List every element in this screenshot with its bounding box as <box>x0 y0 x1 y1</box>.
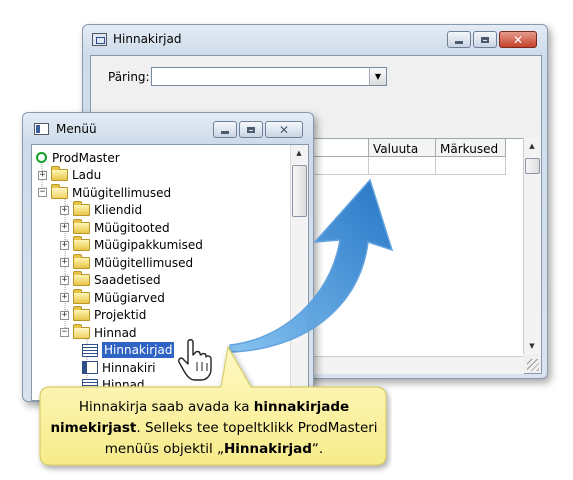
menu-close-button[interactable]: ✕ <box>265 121 303 138</box>
folder-icon <box>73 253 90 269</box>
menu-maximize-button[interactable] <box>239 121 263 138</box>
folder-icon <box>73 271 90 286</box>
maximize-icon <box>247 126 255 133</box>
folder-icon <box>51 166 68 181</box>
menu-window-icon <box>34 123 49 135</box>
resize-grip-icon[interactable] <box>527 359 539 371</box>
close-icon: ✕ <box>512 32 524 47</box>
collapse-icon[interactable]: − <box>38 188 47 197</box>
expand-icon[interactable]: + <box>60 205 69 215</box>
tree-item[interactable]: + Müügiarved <box>60 288 165 306</box>
column-markused[interactable]: Märkused <box>436 139 506 157</box>
window-title: Hinnakirjad <box>113 32 182 46</box>
folder-icon <box>73 306 90 321</box>
folder-icon <box>73 201 90 216</box>
tree-item[interactable]: ProdMaster <box>36 149 120 166</box>
tree-item[interactable]: + Müügitooted <box>60 218 170 236</box>
expand-icon[interactable]: + <box>60 275 69 285</box>
folder-icon <box>73 236 90 251</box>
tree-item-label: Müügiarved <box>94 290 165 305</box>
tree-item[interactable]: + Kliendid <box>60 201 143 219</box>
tree-item-label: Müügitooted <box>94 220 170 235</box>
expand-icon[interactable]: + <box>60 240 69 250</box>
tree-item[interactable]: + Saadetised <box>60 271 161 289</box>
minimize-icon <box>455 40 463 44</box>
callout-bold-object: Hinnakirjad <box>224 441 312 457</box>
tree-item[interactable]: + Projektid <box>60 306 147 324</box>
close-button[interactable]: ✕ <box>499 31 537 48</box>
menu-titlebar[interactable]: Menüü ✕ <box>23 113 313 141</box>
chevron-down-icon[interactable]: ▼ <box>369 68 386 85</box>
callout-text-part: Hinnakirja saab avada ka <box>78 399 254 415</box>
window-controls: ✕ <box>447 31 537 48</box>
maximize-icon <box>481 36 489 43</box>
tree-item[interactable]: + Müügipakkumised <box>60 236 203 254</box>
expand-icon[interactable]: + <box>38 170 47 180</box>
scroll-down-icon[interactable]: ▼ <box>524 338 540 354</box>
menu-window-title: Menüü <box>56 122 97 136</box>
hinnakirjad-titlebar[interactable]: Hinnakirjad ✕ <box>83 25 547 53</box>
callout-text: Hinnakirja saab avada ka hinnakirjade ni… <box>44 397 384 460</box>
minimize-button[interactable] <box>447 31 471 48</box>
root-icon <box>36 152 47 163</box>
tree-item-label: Müügipakkumised <box>94 238 203 252</box>
query-combobox[interactable]: ▼ <box>151 67 387 86</box>
menu-minimize-button[interactable] <box>213 121 237 138</box>
app-icon <box>92 33 107 46</box>
close-icon: ✕ <box>278 122 290 137</box>
menu-window-controls: ✕ <box>213 121 303 138</box>
column-valuuta[interactable]: Valuuta <box>369 139 436 157</box>
tree-item-label: Kliendid <box>94 203 143 217</box>
scroll-thumb[interactable] <box>525 158 540 174</box>
expand-icon[interactable]: + <box>60 310 69 320</box>
folder-open-icon <box>51 183 68 199</box>
expand-icon[interactable]: + <box>60 293 69 302</box>
query-label: Päring: <box>108 70 150 84</box>
tree-item[interactable]: + Müügitellimused <box>60 253 194 271</box>
folder-icon <box>73 218 90 234</box>
tree-item[interactable]: − Müügitellimused <box>38 183 172 201</box>
tree-item-label: Müügitellimused <box>72 185 172 200</box>
grid-vertical-scrollbar[interactable]: ▲ ▼ <box>523 138 541 354</box>
tree-item-label: Ladu <box>72 168 102 182</box>
tree-item-label: Saadetised <box>94 273 161 287</box>
tree-item-label: ProdMaster <box>52 150 120 165</box>
tree-item[interactable]: + Ladu <box>38 166 102 184</box>
callout-text-part: “. <box>311 441 324 457</box>
scroll-up-icon[interactable]: ▲ <box>291 145 307 161</box>
expand-icon[interactable]: + <box>60 223 69 232</box>
maximize-button[interactable] <box>473 31 497 48</box>
tree-item-label: Projektid <box>94 308 147 322</box>
minimize-icon <box>221 130 229 134</box>
scroll-up-icon[interactable]: ▲ <box>524 138 540 154</box>
tree-item-label: Müügitellimused <box>94 255 194 270</box>
folder-icon <box>73 288 90 304</box>
expand-icon[interactable]: + <box>60 258 69 267</box>
